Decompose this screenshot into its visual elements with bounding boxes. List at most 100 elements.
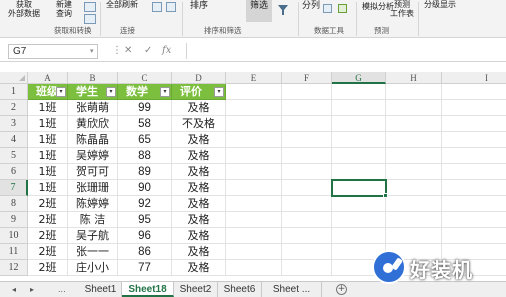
empty-cell[interactable] [226, 180, 282, 196]
row-header-11[interactable]: 11 [0, 244, 28, 260]
row-header-6[interactable]: 6 [0, 164, 28, 180]
empty-cell[interactable] [282, 212, 332, 228]
empty-cell[interactable] [282, 148, 332, 164]
empty-cell[interactable] [282, 196, 332, 212]
empty-cell[interactable] [386, 196, 442, 212]
table-cell[interactable]: 及格 [172, 260, 226, 276]
column-header-c[interactable]: C [118, 72, 172, 84]
text-to-columns-button[interactable]: 分列 [302, 2, 320, 11]
empty-cell[interactable] [282, 228, 332, 244]
column-header-f[interactable]: F [282, 72, 332, 84]
table-cell[interactable]: 黄欣欣 [68, 116, 118, 132]
refresh-all-button[interactable]: 全部刷新 [106, 0, 138, 9]
table-cell[interactable]: 1班 [28, 164, 68, 180]
empty-cell[interactable] [442, 148, 506, 164]
column-header-e[interactable]: E [226, 72, 282, 84]
table-cell[interactable]: 及格 [172, 228, 226, 244]
table-cell[interactable]: 及格 [172, 100, 226, 116]
empty-cell[interactable] [386, 228, 442, 244]
row-header-4[interactable]: 4 [0, 132, 28, 148]
insert-function-icon[interactable]: fx [162, 44, 171, 58]
forecast-sheet-button[interactable]: 预测 工作表 [390, 0, 414, 18]
table-cell[interactable]: 及格 [172, 212, 226, 228]
empty-cell[interactable] [226, 164, 282, 180]
tab-sheet1[interactable]: Sheet1 [80, 282, 122, 297]
table-cell[interactable]: 95 [118, 212, 172, 228]
enter-icon[interactable]: ✓ [144, 44, 152, 58]
empty-cell[interactable] [332, 84, 386, 100]
data-validation-icon[interactable] [338, 4, 347, 13]
table-cell[interactable]: 99 [118, 100, 172, 116]
advanced-filter-icon[interactable] [277, 4, 289, 16]
tab-sheet18[interactable]: Sheet18 [122, 282, 174, 297]
table-cell[interactable]: 1班 [28, 180, 68, 196]
empty-cell[interactable] [226, 116, 282, 132]
table-cell[interactable]: 张一一 [68, 244, 118, 260]
empty-cell[interactable] [442, 100, 506, 116]
empty-cell[interactable] [386, 212, 442, 228]
table-cell[interactable]: 庄小小 [68, 260, 118, 276]
empty-cell[interactable] [226, 196, 282, 212]
row-header-3[interactable]: 3 [0, 116, 28, 132]
column-header-h[interactable]: H [386, 72, 442, 84]
flash-fill-icon[interactable] [323, 4, 332, 13]
table-cell[interactable]: 2班 [28, 260, 68, 276]
table-cell[interactable]: 2班 [28, 228, 68, 244]
table-cell[interactable]: 吴子航 [68, 228, 118, 244]
outline-button[interactable]: 分级显示 [424, 0, 456, 9]
empty-cell[interactable] [226, 244, 282, 260]
empty-cell[interactable] [282, 260, 332, 276]
row-header-5[interactable]: 5 [0, 148, 28, 164]
table-cell[interactable]: 及格 [172, 164, 226, 180]
empty-cell[interactable] [386, 84, 442, 100]
row-header-8[interactable]: 8 [0, 196, 28, 212]
empty-cell[interactable] [442, 116, 506, 132]
column-header-d[interactable]: D [172, 72, 226, 84]
table-header-cell[interactable]: 学生 ▾ [68, 84, 118, 100]
prev-sheet-icon[interactable]: ◂ [12, 283, 16, 296]
table-header-cell[interactable]: 数学 ▾ [118, 84, 172, 100]
filter-dropdown-icon[interactable]: ▾ [214, 87, 224, 97]
table-cell[interactable]: 86 [118, 244, 172, 260]
empty-cell[interactable] [442, 180, 506, 196]
empty-cell[interactable] [282, 180, 332, 196]
table-cell[interactable]: 1班 [28, 132, 68, 148]
recent-sources-icon[interactable] [84, 14, 96, 24]
table-cell[interactable]: 96 [118, 228, 172, 244]
table-cell[interactable]: 吴婷婷 [68, 148, 118, 164]
tab-more-sheets[interactable]: Sheet ... [262, 282, 322, 297]
active-cell-border[interactable] [331, 179, 387, 197]
empty-cell[interactable] [386, 180, 442, 196]
empty-cell[interactable] [226, 212, 282, 228]
row-header-1[interactable]: 1 [0, 84, 28, 100]
empty-cell[interactable] [332, 148, 386, 164]
table-cell[interactable]: 不及格 [172, 116, 226, 132]
formula-input[interactable] [186, 43, 506, 59]
empty-cell[interactable] [442, 212, 506, 228]
table-cell[interactable]: 2班 [28, 244, 68, 260]
sort-az-icon[interactable] [166, 2, 176, 12]
empty-cell[interactable] [282, 100, 332, 116]
table-cell[interactable]: 陈婷婷 [68, 196, 118, 212]
table-cell[interactable]: 及格 [172, 180, 226, 196]
table-header-cell[interactable]: 班级 ▾ [28, 84, 68, 100]
column-header-a[interactable]: A [28, 72, 68, 84]
table-cell[interactable]: 58 [118, 116, 172, 132]
row-header-2[interactable]: 2 [0, 100, 28, 116]
table-cell[interactable]: 张珊珊 [68, 180, 118, 196]
cancel-icon[interactable]: ✕ [124, 44, 132, 58]
filter-button[interactable]: 筛选 [246, 0, 272, 22]
empty-cell[interactable] [226, 100, 282, 116]
empty-cell[interactable] [226, 228, 282, 244]
empty-cell[interactable] [282, 164, 332, 180]
table-cell[interactable]: 陈晶晶 [68, 132, 118, 148]
empty-cell[interactable] [386, 100, 442, 116]
table-cell[interactable]: 贺可可 [68, 164, 118, 180]
connections-icon[interactable] [152, 2, 162, 12]
empty-cell[interactable] [386, 164, 442, 180]
name-box-dropdown-icon[interactable]: ▾ [90, 44, 94, 58]
empty-cell[interactable] [332, 116, 386, 132]
table-cell[interactable]: 及格 [172, 244, 226, 260]
table-cell[interactable]: 及格 [172, 196, 226, 212]
sort-button[interactable]: 排序 [190, 2, 208, 11]
